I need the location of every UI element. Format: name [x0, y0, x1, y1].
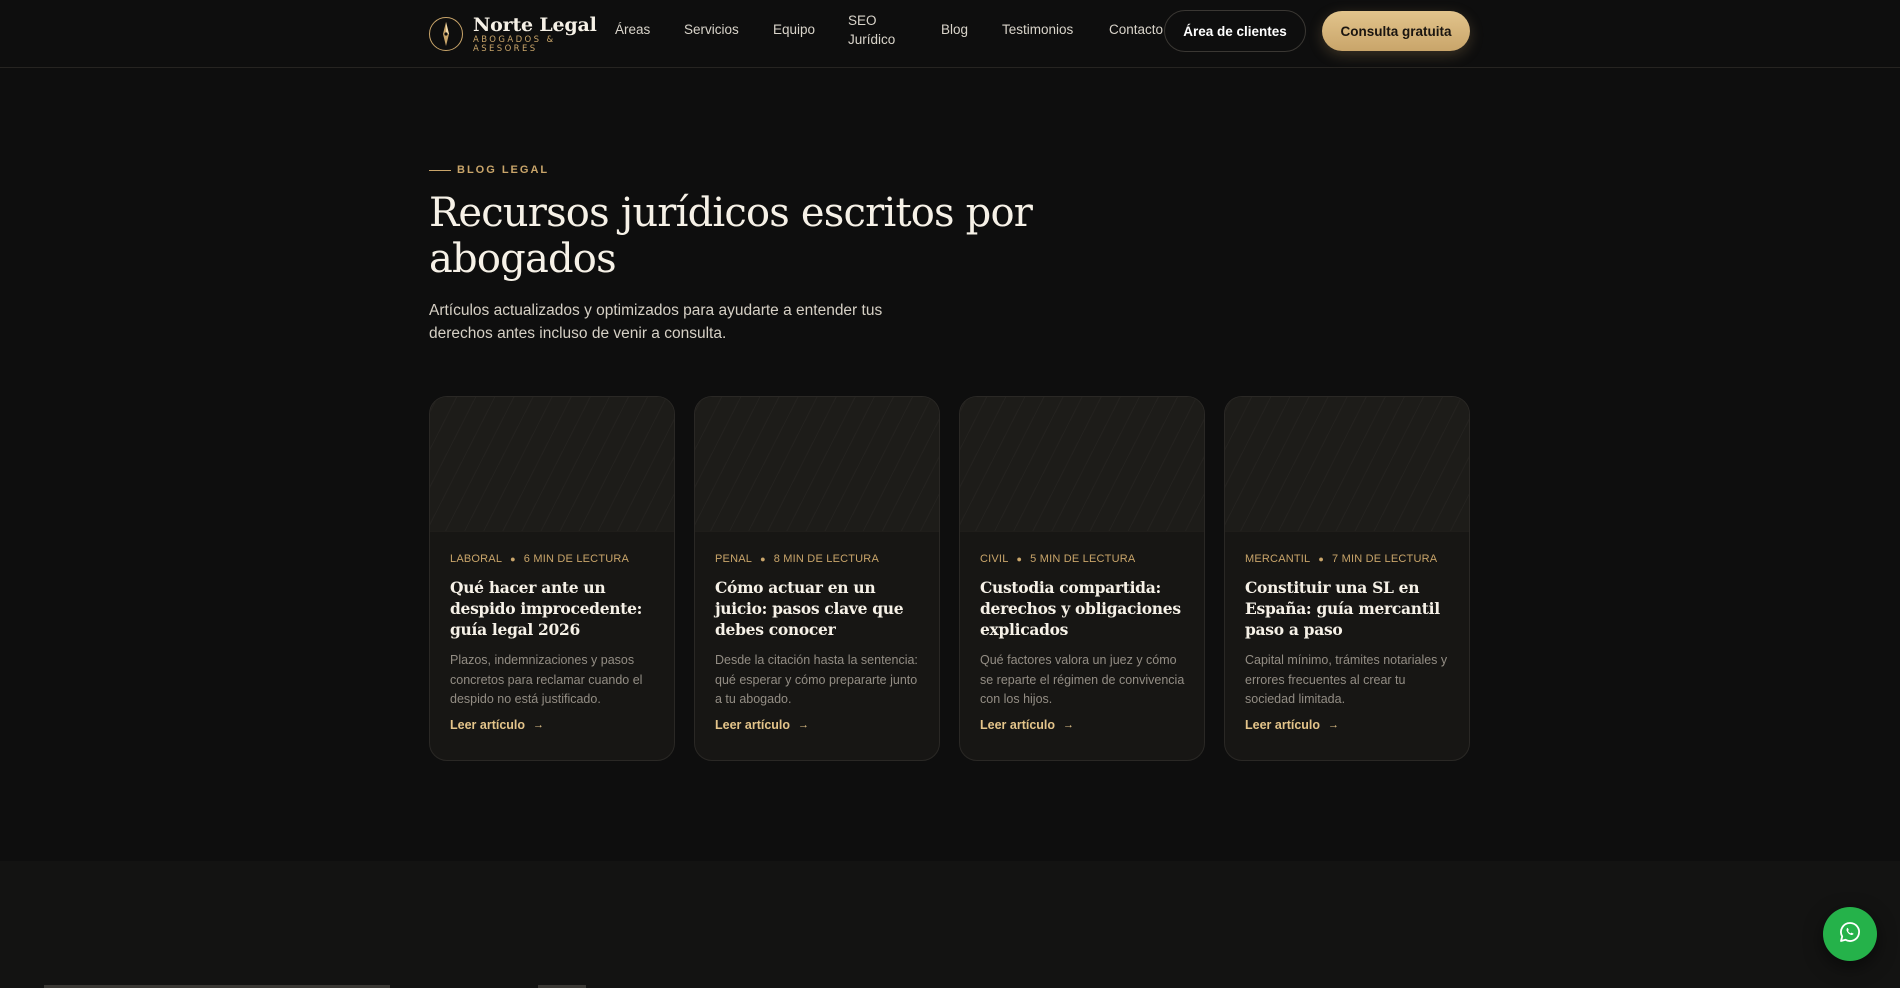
card-read-time: 8 min de lectura — [773, 553, 879, 565]
whatsapp-button[interactable] — [1823, 907, 1877, 961]
nav-link-servicios[interactable]: Servicios — [684, 22, 739, 37]
brand-name: Norte Legal — [473, 14, 597, 36]
card-title[interactable]: Constituir una SL en España: guía mercan… — [1245, 577, 1457, 640]
card-meta: Mercantil ● 7 min de lectura — [1245, 553, 1457, 565]
card-image — [960, 397, 1204, 532]
card-meta: Penal ● 8 min de lectura — [715, 553, 927, 565]
nav-link-areas[interactable]: Áreas — [615, 22, 650, 37]
read-article-label: Leer artículo — [715, 717, 791, 732]
card-category: Mercantil — [1245, 553, 1311, 565]
read-article-link[interactable]: Leer artículo → — [980, 718, 1192, 732]
meta-separator: ● — [1016, 554, 1023, 564]
nav-link-seo-juridico[interactable]: SEO Jurídico — [848, 11, 908, 49]
card-title[interactable]: Cómo actuar en un juicio: pasos clave qu… — [715, 577, 927, 640]
blog-card-laboral[interactable]: Laboral ● 6 min de lectura Qué hacer ant… — [429, 396, 675, 761]
read-article-link[interactable]: Leer artículo → — [450, 718, 662, 732]
card-read-time: 6 min de lectura — [523, 553, 630, 565]
card-excerpt: Plazos, indemnizaciones y pasos concreto… — [450, 653, 643, 706]
card-title[interactable]: Custodia compartida: derechos y obligaci… — [980, 577, 1192, 640]
whatsapp-icon — [1838, 920, 1862, 948]
eyebrow-divider — [429, 169, 451, 171]
card-image — [695, 397, 939, 532]
meta-separator: ● — [1318, 554, 1325, 564]
read-article-label: Leer artículo — [980, 717, 1056, 732]
read-article-label: Leer artículo — [450, 717, 526, 732]
arrow-right-icon: → — [1328, 718, 1340, 731]
eyebrow-text: BLOG LEGAL — [457, 164, 550, 176]
card-image — [1225, 397, 1469, 532]
arrow-right-icon: → — [533, 718, 545, 731]
nav-link-equipo[interactable]: Equipo — [773, 22, 815, 37]
compass-icon — [429, 17, 463, 51]
card-image — [430, 397, 674, 532]
nav-link-blog[interactable]: Blog — [941, 22, 968, 37]
page-description: Artículos actualizados y optimizados par… — [429, 302, 883, 342]
blog-card-mercantil[interactable]: Mercantil ● 7 min de lectura Constituir … — [1224, 396, 1470, 761]
card-excerpt: Desde la citación hasta la sentencia: qu… — [715, 653, 918, 706]
top-navigation: Norte Legal Abogados & Asesores Áreas Se… — [0, 0, 1900, 68]
nav-link-testimonios[interactable]: Testimonios — [1002, 22, 1073, 37]
brand-subtitle: Abogados & Asesores — [473, 35, 556, 54]
card-title[interactable]: Qué hacer ante un despido improcedente: … — [450, 577, 662, 640]
card-category: Laboral — [450, 553, 503, 565]
section-eyebrow: BLOG LEGAL — [429, 164, 549, 176]
card-meta: Civil ● 5 min de lectura — [980, 553, 1192, 565]
card-read-time: 5 min de lectura — [1030, 553, 1136, 565]
client-area-button[interactable]: Área de clientes — [1164, 10, 1306, 52]
free-consultation-button[interactable]: Consulta gratuita — [1322, 11, 1470, 51]
read-article-link[interactable]: Leer artículo → — [715, 718, 927, 732]
card-category: Penal — [715, 553, 753, 565]
page-title: Recursos jurídicos escritos por abogados — [429, 190, 1033, 282]
read-article-link[interactable]: Leer artículo → — [1245, 718, 1457, 732]
card-excerpt: Qué factores valora un juez y cómo se re… — [980, 653, 1185, 706]
next-section — [0, 861, 1900, 988]
nav-link-contacto[interactable]: Contacto — [1109, 22, 1163, 37]
read-article-label: Leer artículo — [1245, 717, 1321, 732]
blog-card-civil[interactable]: Civil ● 5 min de lectura Custodia compar… — [959, 396, 1205, 761]
card-read-time: 7 min de lectura — [1332, 553, 1438, 565]
card-excerpt: Capital mínimo, trámites notariales y er… — [1245, 653, 1448, 706]
meta-separator: ● — [510, 554, 516, 564]
meta-separator: ● — [760, 554, 766, 564]
arrow-right-icon: → — [798, 718, 810, 731]
blog-card-penal[interactable]: Penal ● 8 min de lectura Cómo actuar en … — [694, 396, 940, 761]
arrow-right-icon: → — [1063, 718, 1075, 731]
card-category: Civil — [980, 553, 1009, 565]
card-meta: Laboral ● 6 min de lectura — [450, 553, 662, 565]
brand-logo[interactable]: Norte Legal Abogados & Asesores — [429, 14, 597, 54]
